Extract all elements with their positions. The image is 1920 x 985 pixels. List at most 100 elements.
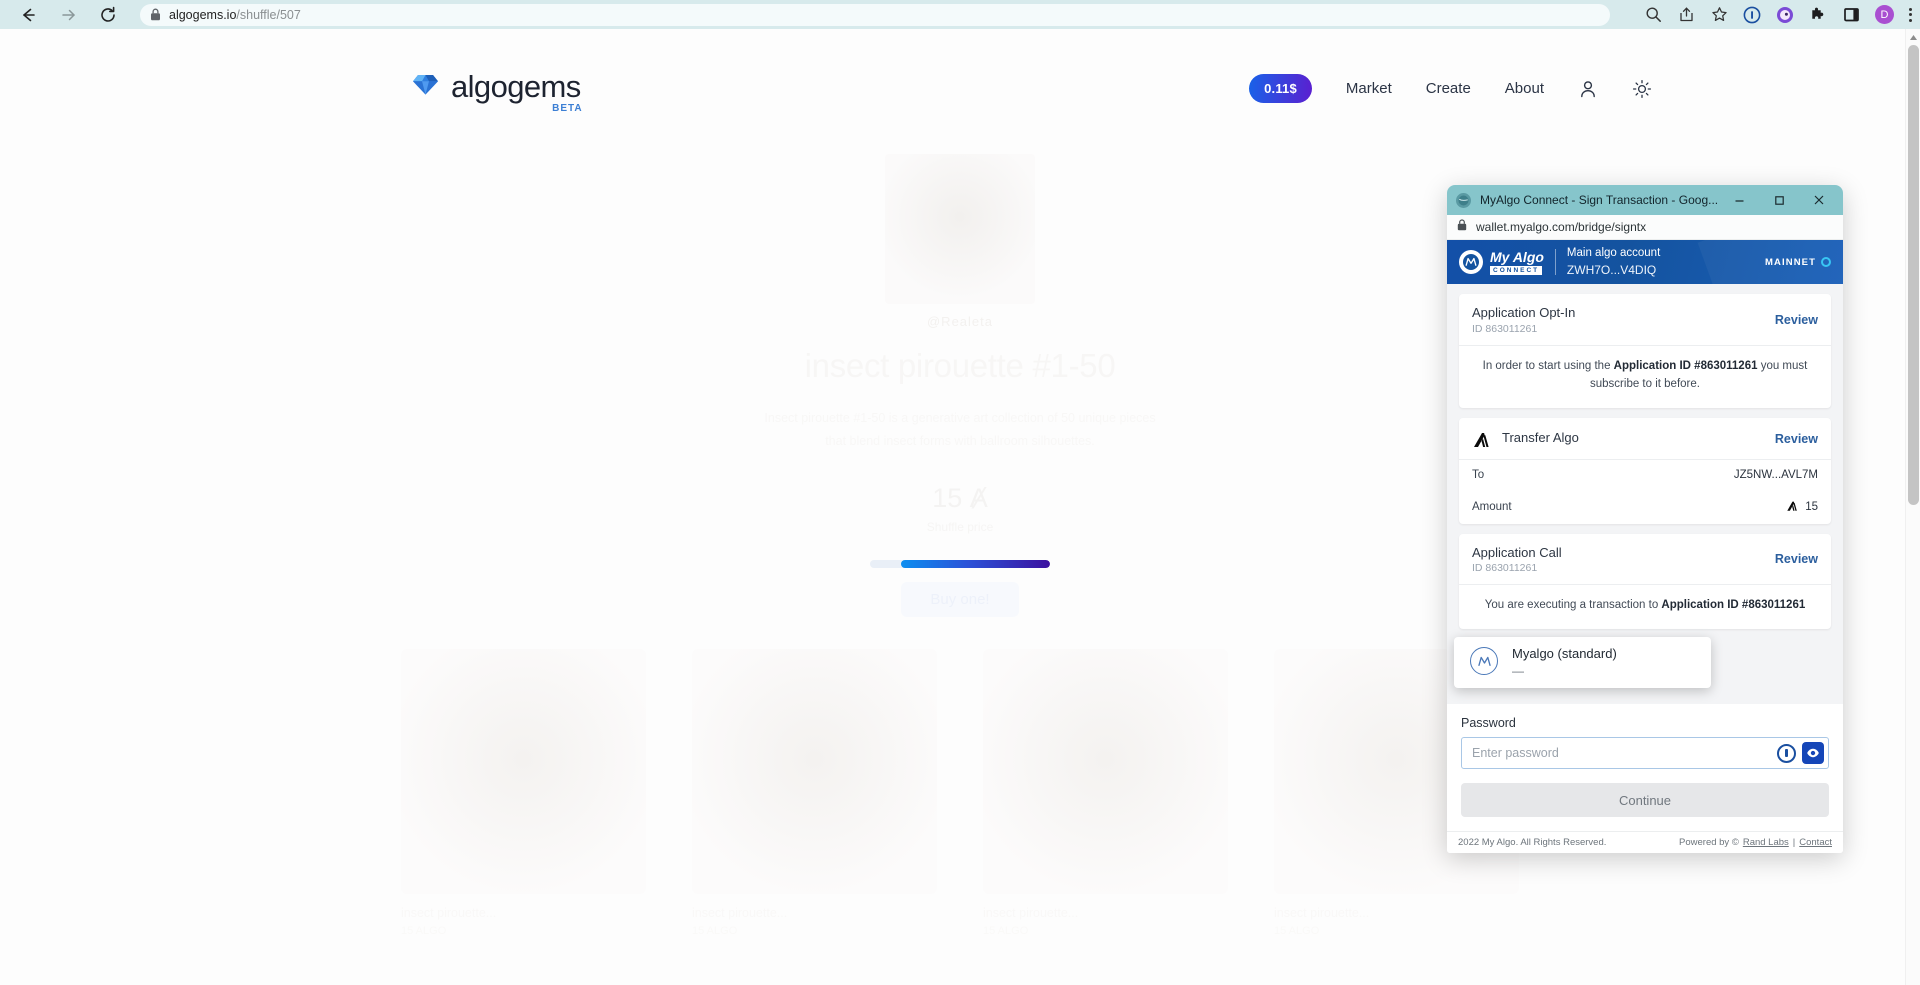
contact-link[interactable]: Contact bbox=[1799, 837, 1832, 848]
search-icon[interactable] bbox=[1644, 6, 1662, 24]
browser-nav-buttons bbox=[0, 5, 118, 25]
autofill-entry-text: Myalgo (standard) — bbox=[1512, 646, 1617, 677]
footer-copyright: 2022 My Algo. All Rights Reserved. bbox=[1458, 837, 1607, 848]
review-button[interactable]: Review bbox=[1775, 313, 1818, 327]
nav-link-create[interactable]: Create bbox=[1426, 80, 1471, 97]
list-item[interactable]: insect pirouette... 15 ALGO bbox=[401, 649, 646, 937]
list-item[interactable]: insect pirouette... 15 ALGO bbox=[983, 649, 1228, 937]
back-arrow-icon[interactable] bbox=[18, 5, 38, 25]
algorand-icon bbox=[1472, 429, 1492, 449]
rand-labs-link[interactable]: Rand Labs bbox=[1743, 837, 1789, 848]
autofill-title: Myalgo (standard) bbox=[1512, 646, 1617, 661]
review-button[interactable]: Review bbox=[1775, 552, 1818, 566]
transaction-titles: Transfer Algo bbox=[1502, 430, 1775, 447]
buy-one-button[interactable]: Buy one! bbox=[901, 582, 1019, 618]
transaction-id: ID 863011261 bbox=[1472, 322, 1538, 335]
puzzle-extensions-icon[interactable] bbox=[1809, 6, 1827, 24]
amount-value: 15 bbox=[1805, 500, 1818, 513]
nav-link-about[interactable]: About bbox=[1505, 80, 1544, 97]
price-pill[interactable]: 0.11$ bbox=[1249, 74, 1312, 103]
page-scrollbar[interactable] bbox=[1905, 29, 1920, 985]
card-price: 15 ALGO bbox=[692, 925, 738, 937]
continue-button[interactable]: Continue bbox=[1461, 783, 1829, 817]
scrollbar-thumb[interactable] bbox=[1908, 45, 1919, 505]
transaction-titles: Application Call ID 863011261 bbox=[1472, 545, 1775, 575]
myalgo-logo-text: My Algo CONNECT bbox=[1490, 250, 1544, 275]
onepassword-autofill-dropdown[interactable]: Myalgo (standard) — bbox=[1454, 637, 1711, 688]
transaction-card-transfer-algo: Transfer Algo Review To JZ5NW...AVL7M Am… bbox=[1459, 417, 1831, 524]
person-icon[interactable] bbox=[1578, 79, 1598, 99]
account-info: Main algo account ZWH7O...V4DIQ bbox=[1567, 246, 1660, 278]
footer-separator: | bbox=[1792, 837, 1796, 848]
transaction-id: ID 863011261 bbox=[1472, 562, 1538, 575]
footer-powered-by: Powered by © bbox=[1679, 837, 1739, 848]
transaction-header: Application Call ID 863011261 Review bbox=[1459, 534, 1831, 586]
brand-beta-badge: BETA bbox=[552, 103, 583, 114]
transaction-card-application-opt-in: Application Opt-In ID 863011261 Review I… bbox=[1459, 294, 1831, 408]
password-form: Password Enter password Continue bbox=[1447, 704, 1843, 817]
autofill-subtitle: — bbox=[1512, 663, 1524, 678]
kebab-menu-icon[interactable] bbox=[1909, 7, 1912, 22]
brand-name: algogems bbox=[451, 69, 581, 104]
minimize-icon[interactable] bbox=[1719, 185, 1759, 215]
password-input[interactable]: Enter password bbox=[1472, 746, 1777, 760]
eye-show-password-icon[interactable] bbox=[1802, 742, 1824, 764]
transaction-card-application-call: Application Call ID 863011261 Review You… bbox=[1459, 533, 1831, 630]
share-icon[interactable] bbox=[1677, 6, 1695, 24]
password-input-wrap[interactable]: Enter password bbox=[1461, 737, 1829, 769]
myalgo-logo-connect: CONNECT bbox=[1490, 265, 1543, 275]
card-image bbox=[983, 649, 1228, 894]
onepassword-icon[interactable] bbox=[1743, 6, 1761, 24]
forward-arrow-icon[interactable] bbox=[58, 5, 78, 25]
transaction-row-to: To JZ5NW...AVL7M bbox=[1459, 460, 1831, 490]
browser-toolbar-actions: D bbox=[1644, 0, 1912, 29]
popup-footer: 2022 My Algo. All Rights Reserved. Power… bbox=[1447, 831, 1843, 853]
card-title: insect pirouette... bbox=[983, 906, 1079, 920]
profile-avatar[interactable]: D bbox=[1875, 5, 1894, 24]
card-price: 15 ALGO bbox=[983, 925, 1029, 937]
review-button[interactable]: Review bbox=[1775, 432, 1818, 446]
row-value: JZ5NW...AVL7M bbox=[1733, 468, 1818, 481]
note-bold: Application ID #863011261 bbox=[1661, 599, 1806, 612]
address-bar[interactable]: algogems.io/shuffle/507 bbox=[140, 3, 1610, 26]
algorand-icon bbox=[1786, 499, 1799, 515]
transaction-row-amount: Amount 15 bbox=[1459, 490, 1831, 524]
popup-window-title: MyAlgo Connect - Sign Transaction - Goog… bbox=[1480, 193, 1719, 207]
account-name: Main algo account bbox=[1566, 247, 1661, 260]
transaction-header: Application Opt-In ID 863011261 Review bbox=[1459, 294, 1831, 346]
site-logo[interactable]: algogems BETA bbox=[412, 69, 583, 114]
transaction-title: Application Opt-In bbox=[1472, 305, 1576, 320]
extension-purple-icon[interactable] bbox=[1776, 6, 1794, 24]
list-item[interactable]: insect pirouette... 15 ALGO bbox=[692, 649, 937, 937]
note-bold: Application ID #863011261 bbox=[1613, 359, 1758, 372]
card-image bbox=[692, 649, 937, 894]
reload-icon[interactable] bbox=[98, 5, 118, 25]
row-label: Amount bbox=[1472, 500, 1512, 513]
myalgo-header: My Algo CONNECT Main algo account ZWH7O.… bbox=[1447, 240, 1843, 284]
transaction-title: Transfer Algo bbox=[1502, 430, 1579, 446]
account-address: ZWH7O...V4DIQ bbox=[1566, 262, 1657, 277]
gem-diamond-icon bbox=[412, 73, 439, 101]
onepassword-icon[interactable] bbox=[1777, 743, 1796, 763]
card-price: 15 ALGO bbox=[401, 925, 447, 937]
network-label: MAINNET bbox=[1765, 256, 1816, 268]
myalgo-circle-icon bbox=[1470, 647, 1498, 676]
popup-titlebar[interactable]: MyAlgo Connect - Sign Transaction - Goog… bbox=[1447, 185, 1843, 215]
hero-artwork-image bbox=[885, 154, 1035, 304]
site-header: algogems BETA 0.11$ Market Create About bbox=[0, 29, 1920, 114]
card-price: 15 ALGO bbox=[1274, 925, 1320, 937]
scrollbar-up-arrow-icon[interactable] bbox=[1906, 29, 1920, 45]
card-title: insect pirouette... bbox=[401, 906, 497, 920]
lock-icon bbox=[150, 8, 161, 21]
network-badge: MAINNET bbox=[1765, 257, 1831, 268]
sun-theme-icon[interactable] bbox=[1632, 79, 1652, 99]
algorand-icon: Ⱥ bbox=[969, 483, 988, 514]
maximize-icon[interactable] bbox=[1759, 185, 1799, 215]
password-label: Password bbox=[1461, 716, 1516, 730]
nav-link-market[interactable]: Market bbox=[1346, 80, 1392, 97]
transaction-note: In order to start using the Application … bbox=[1459, 346, 1831, 408]
bookmark-star-icon[interactable] bbox=[1710, 6, 1728, 24]
myalgo-logo-name: My Algo bbox=[1490, 248, 1544, 265]
sidebar-panel-icon[interactable] bbox=[1842, 6, 1860, 24]
close-icon[interactable] bbox=[1799, 185, 1839, 215]
